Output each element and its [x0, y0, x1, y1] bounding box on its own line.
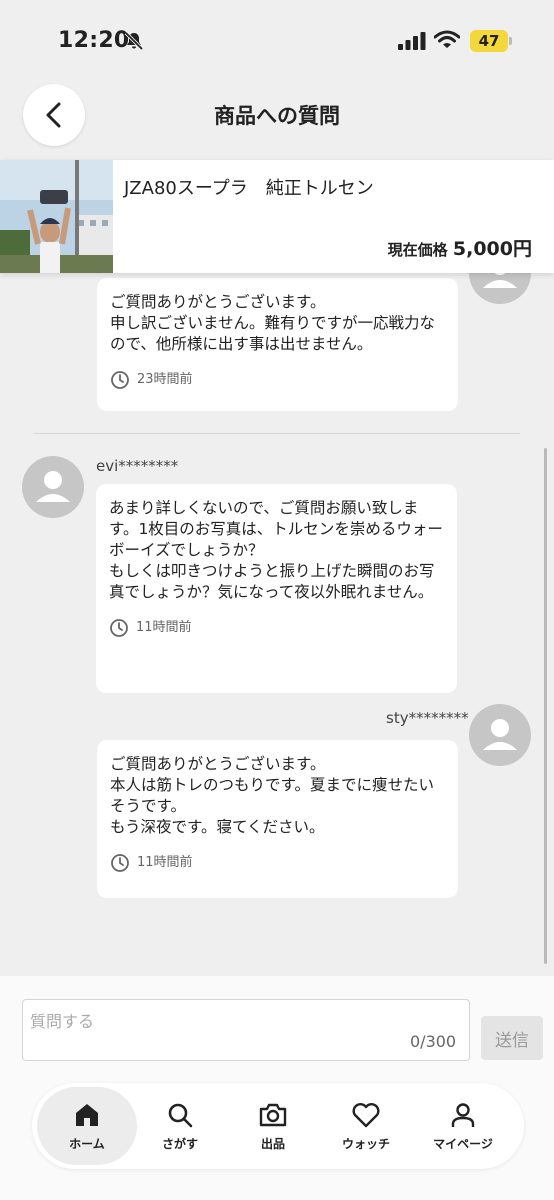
bell-muted-icon: [124, 31, 144, 51]
question-placeholder: 質問する: [30, 1012, 95, 1031]
message-timestamp: 23時間前: [110, 369, 446, 390]
tab-label: マイページ: [433, 1137, 493, 1151]
message-text: ご質問ありがとうございます。 本人は筋トレのつもりです。夏までに痩せたいそうです…: [110, 755, 434, 836]
tab-label: ホーム: [69, 1137, 105, 1151]
tab-home[interactable]: ホーム: [37, 1087, 137, 1165]
wifi-icon: [434, 30, 460, 48]
scrollbar[interactable]: [544, 448, 547, 964]
tab-sell[interactable]: 出品: [223, 1087, 323, 1165]
chat-thread[interactable]: ご質問ありがとうございます。 申し訳ございません。難有りですが一応戦力なので、他…: [0, 0, 554, 976]
tab-mypage[interactable]: マイページ: [413, 1087, 513, 1165]
message-bubble: あまり詳しくないので、ご質問お願い致します。1枚目のお写真は、トルセンを崇めるウ…: [96, 484, 457, 693]
send-button[interactable]: 送信: [481, 1016, 543, 1060]
search-icon: [168, 1103, 193, 1128]
message-timestamp: 11時間前: [109, 617, 445, 638]
tab-watch[interactable]: ウォッチ: [316, 1087, 416, 1165]
seller-avatar: [469, 704, 531, 766]
clock-icon: [110, 618, 128, 637]
product-name[interactable]: JZA80スープラ 純正トルセン: [124, 174, 374, 200]
page-title: 商品への質問: [214, 104, 340, 128]
message-bubble: ご質問ありがとうございます。 本人は筋トレのつもりです。夏までに痩せたいそうです…: [97, 740, 458, 898]
tab-label: 出品: [260, 1137, 285, 1151]
product-image[interactable]: [0, 160, 113, 273]
battery-tip: [509, 37, 512, 45]
battery-indicator: 47: [470, 30, 508, 52]
clock-icon: [111, 370, 129, 389]
message-text: ご質問ありがとうございます。 申し訳ございません。難有りですが一応戦力なので、他…: [110, 293, 436, 353]
camera-icon: [259, 1103, 287, 1127]
heart-icon: [352, 1103, 380, 1128]
clock-icon: [111, 853, 129, 872]
message-bubble: ご質問ありがとうございます。 申し訳ございません。難有りですが一応戦力なので、他…: [97, 278, 458, 411]
char-counter: 0/300: [410, 1032, 457, 1051]
price-value: 5,000円: [452, 238, 532, 260]
cellular-signal-icon: [398, 32, 426, 50]
username: sty********: [386, 709, 469, 727]
message-timestamp: 11時間前: [110, 852, 446, 873]
price-label: 現在価格: [387, 241, 448, 259]
status-time: 12:20: [58, 28, 130, 53]
user-avatar: [22, 456, 84, 518]
tab-label: ウォッチ: [341, 1137, 390, 1151]
user-icon: [451, 1103, 475, 1127]
divider: [34, 433, 520, 434]
home-icon: [76, 1104, 98, 1126]
message-text: あまり詳しくないので、ご質問お願い致します。1枚目のお写真は、トルセンを崇めるウ…: [109, 499, 443, 601]
username: evi********: [96, 457, 179, 475]
tab-label: さがす: [161, 1137, 198, 1151]
current-price: 現在価格 5,000円: [388, 234, 532, 261]
tab-search[interactable]: さがす: [130, 1087, 230, 1165]
status-bar: 12:20 47: [0, 0, 554, 80]
